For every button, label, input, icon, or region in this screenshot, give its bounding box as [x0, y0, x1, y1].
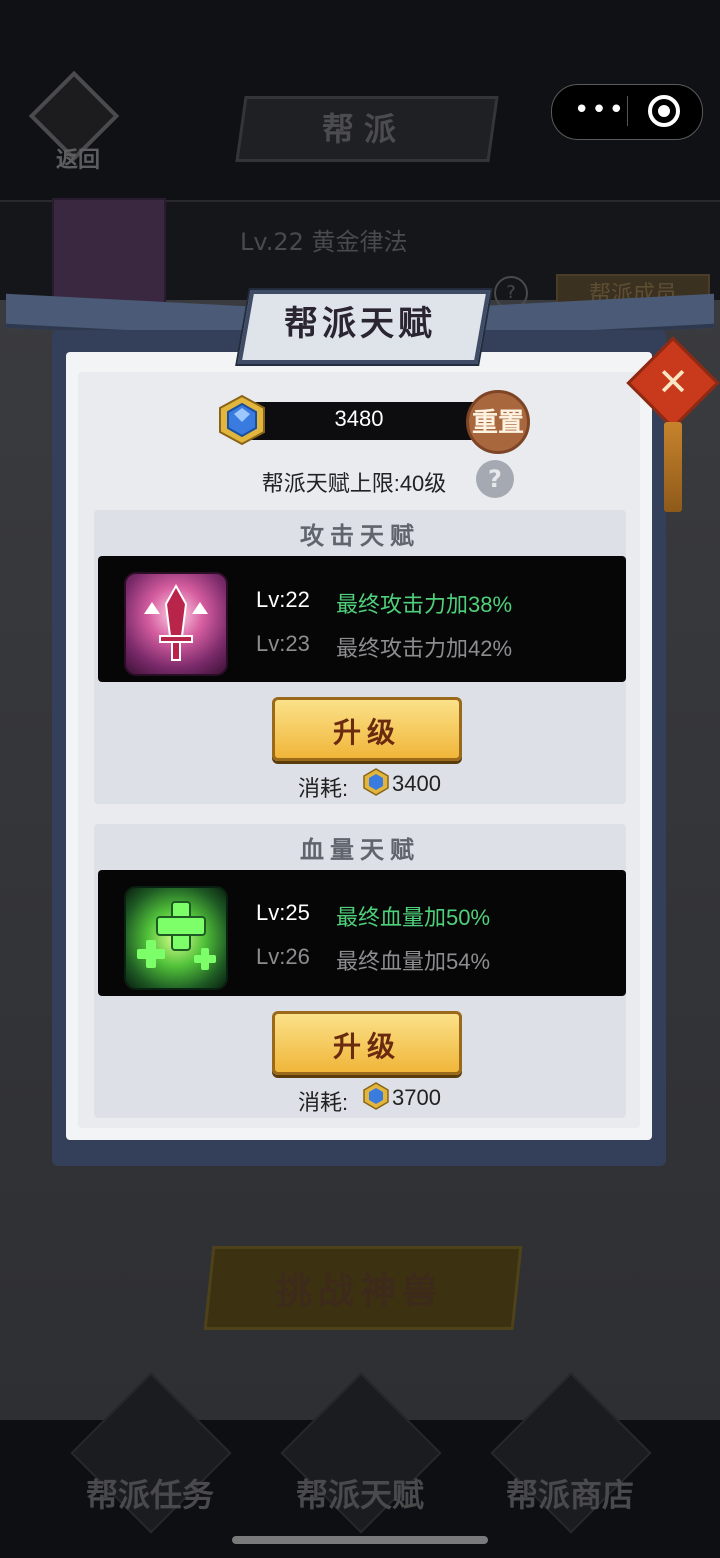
- gem-icon: [363, 768, 389, 796]
- guild-emblem: [52, 198, 166, 310]
- close-icon: ✕: [657, 360, 689, 404]
- gem-icon: [219, 394, 265, 446]
- gem-icon: [363, 1082, 389, 1110]
- help-icon[interactable]: ?: [476, 460, 514, 498]
- current-level: Lv:22: [256, 587, 310, 612]
- current-effect: 最终攻击力加38%: [336, 592, 513, 617]
- upgrade-label: 升级: [332, 1030, 401, 1063]
- plus-glyph: [137, 901, 216, 970]
- heal-plus-icon: [124, 886, 228, 990]
- section-header: 攻击天赋: [300, 521, 420, 550]
- back-label: 返回: [55, 147, 100, 173]
- dialog-title: 帮派天赋: [284, 304, 436, 344]
- cost-value: 3700: [392, 1085, 441, 1110]
- next-level: Lv:23: [256, 631, 310, 656]
- nav-guild-talent[interactable]: 帮派天赋: [270, 1470, 450, 1516]
- talent-limit-text: 帮派天赋上限:40级: [261, 471, 447, 496]
- current-effect: 最终血量加50%: [336, 905, 491, 930]
- sword-glyph: [144, 583, 208, 661]
- upgrade-label: 升级: [332, 716, 401, 749]
- next-effect: 最终血量加54%: [336, 949, 491, 974]
- reset-label: 重置: [471, 408, 524, 438]
- nav-guild-task[interactable]: 帮派任务: [60, 1470, 240, 1516]
- capsule-divider: [627, 96, 628, 126]
- sword-up-icon: [124, 572, 228, 676]
- cost-label: 消耗:: [298, 776, 349, 801]
- tassel-decoration: [664, 422, 682, 512]
- back-button[interactable]: 返回: [28, 70, 126, 176]
- next-effect: 最终攻击力加42%: [336, 636, 513, 661]
- next-level: Lv:26: [256, 944, 310, 969]
- guild-name: Lv.22 黄金律法: [240, 228, 408, 256]
- challenge-beast-label: 挑战神兽: [275, 1270, 444, 1312]
- currency-value: 3480: [334, 406, 384, 431]
- section-header: 血量天赋: [300, 835, 420, 864]
- nav-guild-shop[interactable]: 帮派商店: [480, 1470, 660, 1516]
- home-indicator: [232, 1536, 488, 1544]
- cost-label: 消耗:: [298, 1090, 349, 1115]
- more-dots-icon[interactable]: •••: [574, 88, 624, 132]
- page-title: 帮派: [321, 110, 406, 148]
- current-level: Lv:25: [256, 900, 310, 925]
- cost-value: 3400: [392, 771, 441, 796]
- target-close-icon[interactable]: [648, 95, 680, 127]
